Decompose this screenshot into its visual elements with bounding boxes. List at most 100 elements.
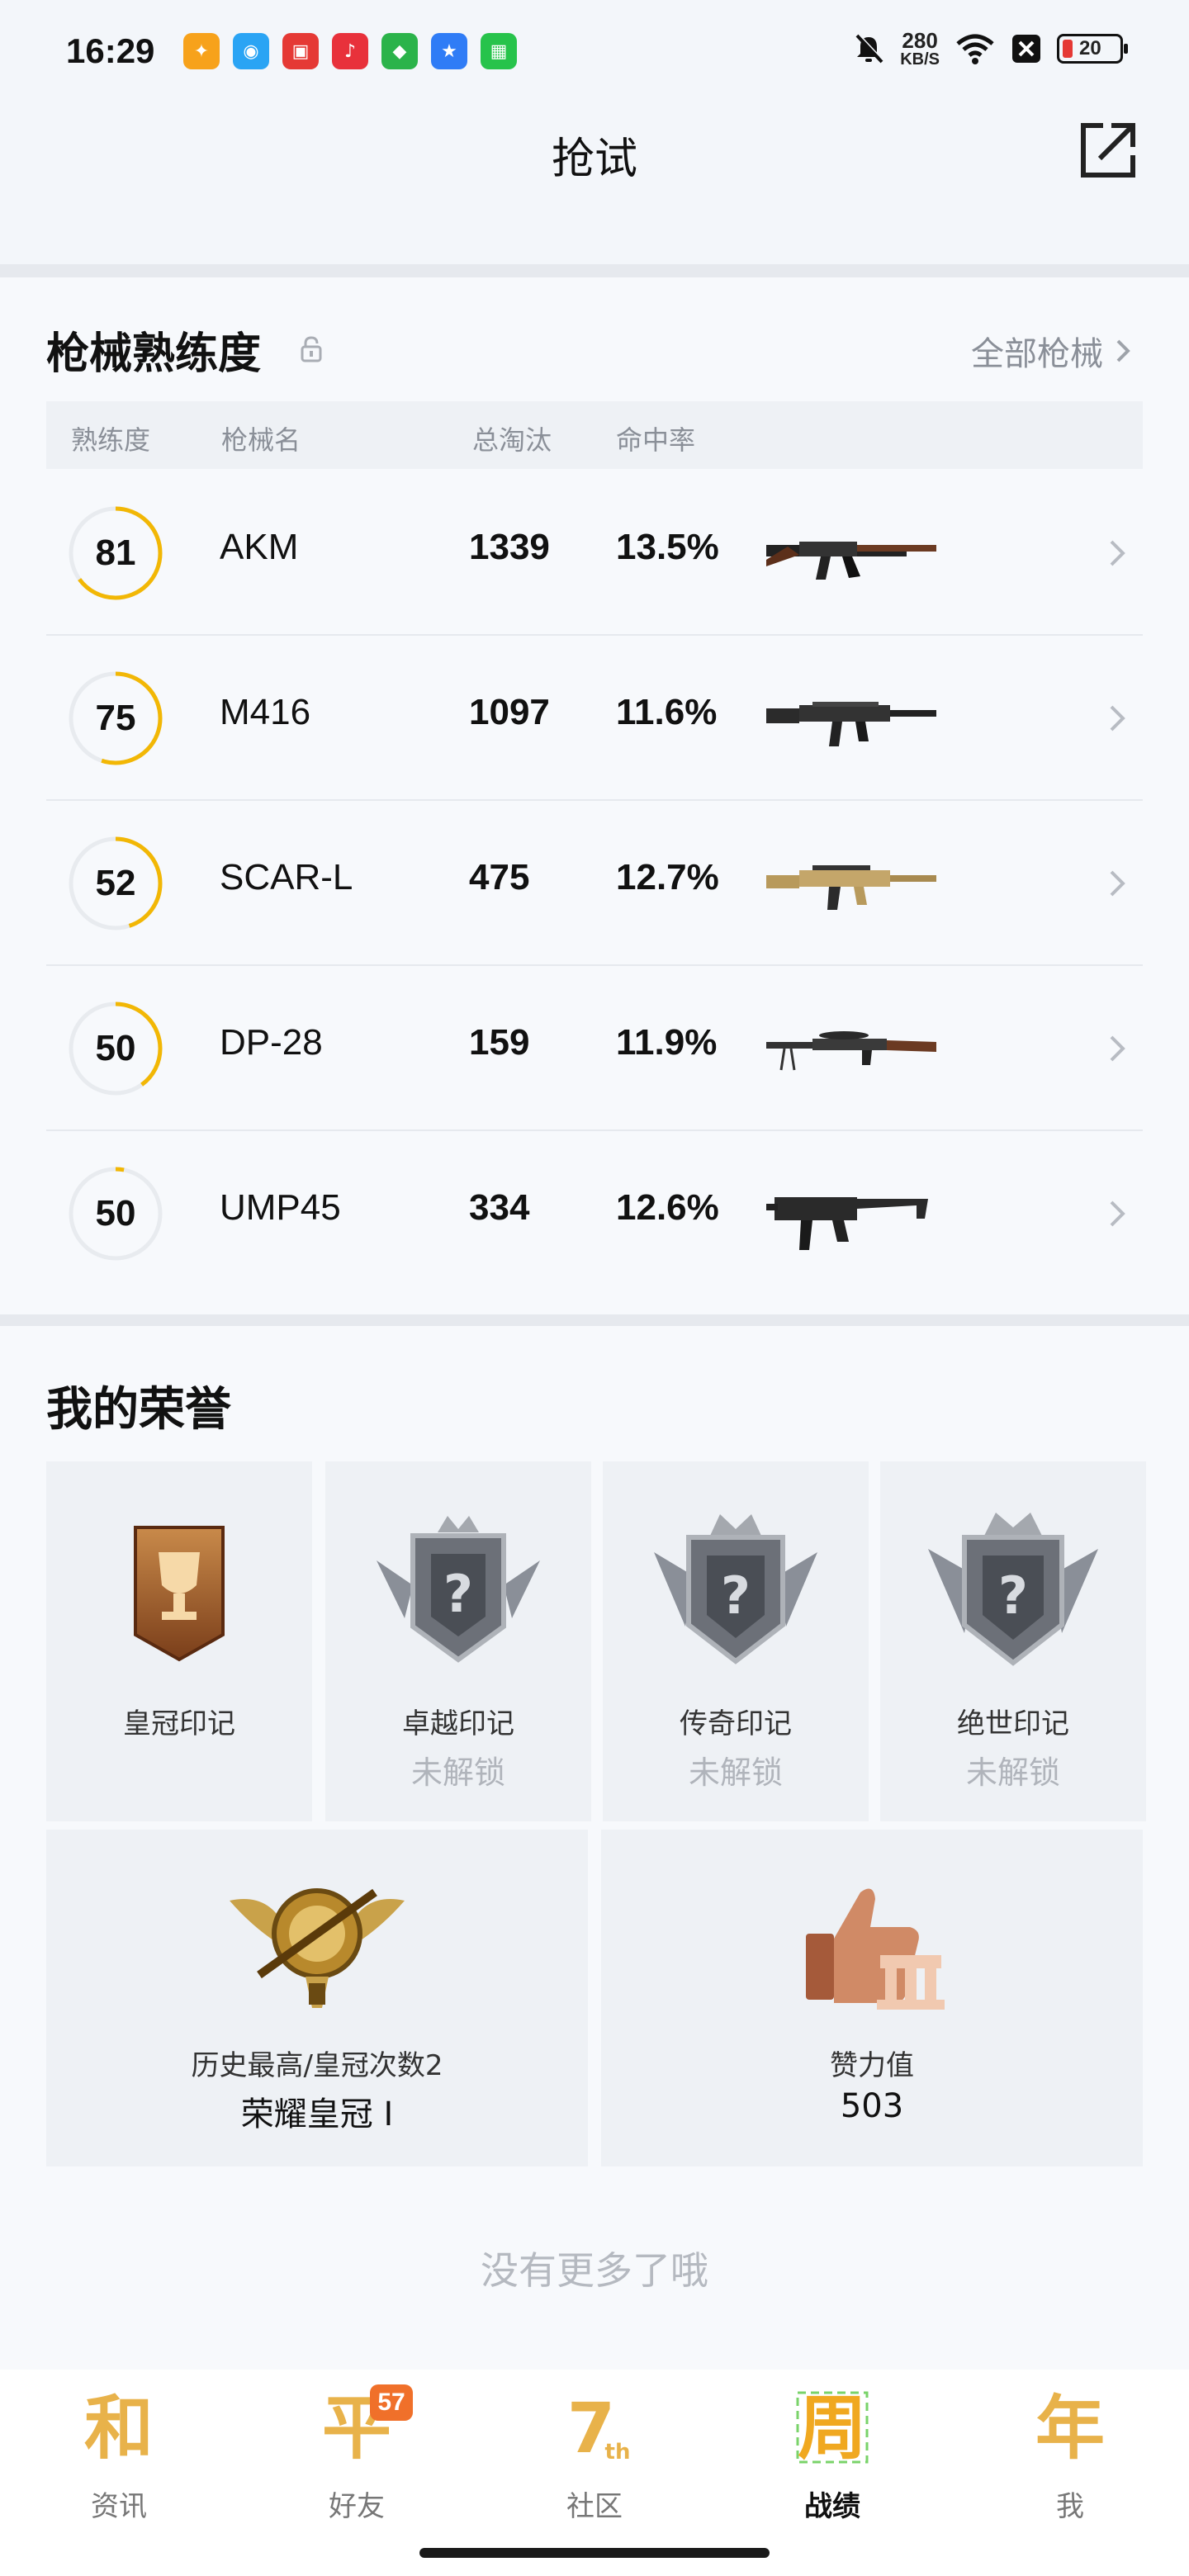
nav-label: 战绩 — [804, 2490, 860, 2523]
weapon-row-m416[interactable]: 75 M416 1097 11.6% — [46, 636, 1143, 801]
likes-label: 赞力值 — [830, 2049, 914, 2082]
nav-label: 好友 — [329, 2490, 385, 2523]
thumbs-up-icon — [806, 1888, 945, 2010]
news-icon: 和 — [84, 2388, 154, 2469]
grid-app-icon: ▦ — [481, 33, 517, 69]
all-weapons-link[interactable]: 全部枪械 — [971, 327, 1131, 375]
nav-glyph-suffix: th — [605, 2440, 631, 2465]
weapon-name: M416 — [220, 692, 311, 732]
weapon-hit-rate: 13.5% — [616, 527, 719, 567]
chevron-right-icon — [1116, 339, 1130, 362]
nav-glyph: 年 — [1035, 2388, 1105, 2469]
lock-icon[interactable] — [299, 335, 324, 363]
section-divider — [0, 1314, 1189, 1326]
locked-badge-icon: ? — [928, 1513, 1098, 1666]
table-header: 熟练度 枪械名 总淘汰 命中率 — [46, 401, 1143, 469]
shield-app-icon: ◆ — [381, 33, 418, 69]
svg-text:?: ? — [721, 1565, 751, 1626]
weapon-kills: 159 — [469, 1022, 530, 1063]
weapon-kills: 1339 — [469, 527, 550, 567]
system-status: 280 KB/S 20 — [852, 28, 1128, 69]
badge-name: 传奇印记 — [680, 1707, 792, 1740]
col-kills: 总淘汰 — [472, 424, 552, 456]
best-rank-label: 历史最高/皇冠次数2 — [191, 2049, 443, 2082]
chevron-right-icon — [1110, 705, 1125, 732]
wifi-icon — [956, 34, 994, 64]
mastery-value: 50 — [95, 1193, 136, 1234]
scar-l-rifle-image — [766, 865, 936, 910]
weapon-kills: 475 — [469, 857, 530, 897]
badge-status: 未解锁 — [410, 1754, 505, 1791]
qq-icon: ◉ — [233, 33, 269, 69]
dp-28-lmg-image — [766, 1031, 936, 1071]
mastery-value: 52 — [95, 863, 136, 903]
profile-icon: 年 — [1035, 2388, 1105, 2469]
weapon-name: SCAR-L — [220, 857, 353, 897]
weapon-row-dp-28[interactable]: 50 DP-28 159 11.9% — [46, 966, 1143, 1131]
weapon-row-akm[interactable]: 81 AKM 1339 13.5% — [46, 471, 1143, 636]
notice-icon: ▣ — [282, 33, 319, 69]
nav-me[interactable]: 年 我 — [951, 2370, 1189, 2551]
chevron-right-icon — [1110, 540, 1125, 566]
col-name: 枪械名 — [221, 424, 301, 456]
notification-icons: ✦ ◉ ▣ ♪ ◆ ★ ▦ — [183, 33, 517, 69]
nav-news[interactable]: 和 资讯 — [0, 2370, 238, 2551]
net-speed: 280 KB/S — [900, 28, 940, 69]
weapon-name: UMP45 — [220, 1187, 341, 1228]
nav-label: 我 — [1056, 2490, 1084, 2523]
col-mastery: 熟练度 — [71, 424, 151, 456]
mute-icon — [855, 33, 884, 64]
badge-card-crown[interactable]: 皇冠印记 — [46, 1461, 312, 1821]
badge-card-legend[interactable]: ? 传奇印记 未解锁 — [603, 1461, 869, 1821]
battery-icon: 20 — [1057, 34, 1128, 64]
likes-value: 503 — [840, 2087, 904, 2125]
badge-card-excellence[interactable]: ? 卓越印记 未解锁 — [325, 1461, 591, 1821]
nav-label: 资讯 — [91, 2490, 147, 2523]
svg-text:?: ? — [998, 1565, 1028, 1626]
m416-rifle-image — [766, 702, 936, 746]
badge-card-peerless[interactable]: ? 绝世印记 未解锁 — [880, 1461, 1146, 1821]
game-icon: ✦ — [183, 33, 220, 69]
likes-card[interactable]: 赞力值 503 — [601, 1830, 1143, 2166]
close-box-icon — [1012, 35, 1040, 63]
badge-status: 未解锁 — [965, 1754, 1060, 1791]
ump45-smg-image — [766, 1197, 928, 1250]
badge-name: 皇冠印记 — [123, 1707, 235, 1740]
honor-section: 我的荣誉 皇冠印记 ? 卓越印记 未解锁 ? 传奇印记 未解锁 ? 绝世印记 未… — [0, 1326, 1189, 2370]
weapon-row-scar-l[interactable]: 52 SCAR-L 475 12.7% — [46, 801, 1143, 966]
page-header: 抢试 — [0, 107, 1189, 264]
section-title: 我的荣誉 — [46, 1383, 231, 1437]
share-icon[interactable] — [1075, 117, 1141, 183]
chevron-right-icon — [1110, 1035, 1125, 1062]
mastery-value: 81 — [95, 533, 136, 573]
weapon-name: AKM — [220, 527, 299, 567]
weapon-kills: 334 — [469, 1187, 530, 1228]
locked-badge-icon: ? — [654, 1514, 817, 1664]
clock: 16:29 — [66, 31, 155, 70]
weapon-kills: 1097 — [469, 692, 550, 732]
stats-icon: 周 — [796, 2388, 869, 2469]
chevron-right-icon — [1110, 870, 1125, 897]
status-bar: 16:29 ✦ ◉ ▣ ♪ ◆ ★ ▦ 280 KB/S 20 — [0, 0, 1189, 107]
trophy-badge-icon — [134, 1526, 225, 1662]
nav-stats[interactable]: 周 战绩 — [713, 2370, 951, 2551]
weapon-hit-rate: 11.6% — [616, 692, 718, 732]
rank-emblem-icon — [230, 1888, 405, 2008]
end-of-list-text: 没有更多了哦 — [481, 2248, 708, 2293]
best-rank-card[interactable]: 历史最高/皇冠次数2 荣耀皇冠 Ⅰ — [46, 1830, 588, 2166]
best-rank-value: 荣耀皇冠 Ⅰ — [240, 2095, 394, 2133]
weapon-hit-rate: 12.7% — [616, 857, 719, 897]
all-weapons-label: 全部枪械 — [971, 335, 1103, 373]
home-indicator[interactable] — [419, 2548, 770, 2558]
nav-community[interactable]: 7 th 社区 — [476, 2370, 713, 2551]
mastery-value: 75 — [95, 698, 136, 738]
badge-status: 未解锁 — [688, 1754, 783, 1791]
weapon-hit-rate: 11.9% — [616, 1022, 718, 1063]
bottom-nav: 和 资讯 平 57 好友 7 th 社区 周 战绩 年 我 — [0, 2370, 1189, 2576]
weapon-row-ump45[interactable]: 50 UMP45 334 12.6% — [46, 1131, 1143, 1296]
nav-label: 社区 — [566, 2490, 623, 2523]
section-divider — [0, 264, 1189, 277]
nav-friends[interactable]: 平 57 好友 — [238, 2370, 476, 2551]
badge-name: 卓越印记 — [402, 1707, 514, 1740]
friends-count-badge: 57 — [370, 2384, 413, 2421]
